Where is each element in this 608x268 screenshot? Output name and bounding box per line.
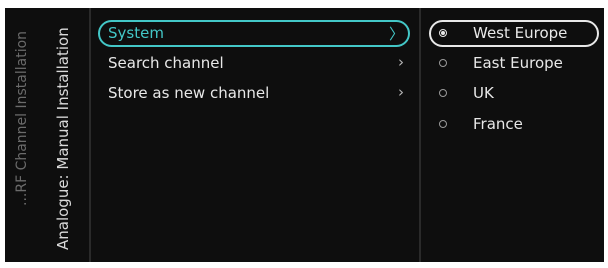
column-divider	[89, 8, 91, 262]
radio-checked-icon	[439, 29, 447, 37]
menu-item-search-channel[interactable]: Search channel ›	[98, 50, 410, 77]
radio-unchecked-icon	[439, 59, 447, 67]
frame-edge	[604, 0, 608, 268]
option-label: West Europe	[473, 24, 568, 42]
menu-item-label: Search channel	[108, 54, 224, 72]
tv-menu-screen: ...RF Channel Installation Analogue: Man…	[0, 0, 608, 268]
option-west-europe[interactable]: West Europe	[429, 20, 599, 47]
frame-edge	[0, 0, 608, 8]
frame-edge	[0, 0, 5, 268]
option-east-europe[interactable]: East Europe	[429, 50, 599, 77]
breadcrumb-current: Analogue: Manual Installation	[54, 27, 72, 250]
chevron-right-icon: ›	[398, 53, 404, 71]
option-label: East Europe	[473, 54, 563, 72]
menu-item-store-as-new-channel[interactable]: Store as new channel ›	[98, 80, 410, 107]
option-france[interactable]: France	[429, 111, 599, 138]
column-divider	[419, 8, 421, 262]
radio-unchecked-icon	[439, 89, 447, 97]
option-label: France	[473, 115, 523, 133]
menu-item-label: Store as new channel	[108, 84, 270, 102]
breadcrumb-parent[interactable]: ...RF Channel Installation	[14, 31, 30, 206]
radio-unchecked-icon	[439, 120, 447, 128]
chevron-right-icon: ›	[398, 83, 404, 101]
option-uk[interactable]: UK	[429, 80, 599, 107]
menu-item-label: System	[108, 24, 164, 42]
menu-item-system[interactable]: System 〉	[98, 20, 410, 47]
frame-edge	[0, 262, 608, 268]
chevron-right-icon: 〉	[388, 25, 404, 43]
option-label: UK	[473, 84, 494, 102]
